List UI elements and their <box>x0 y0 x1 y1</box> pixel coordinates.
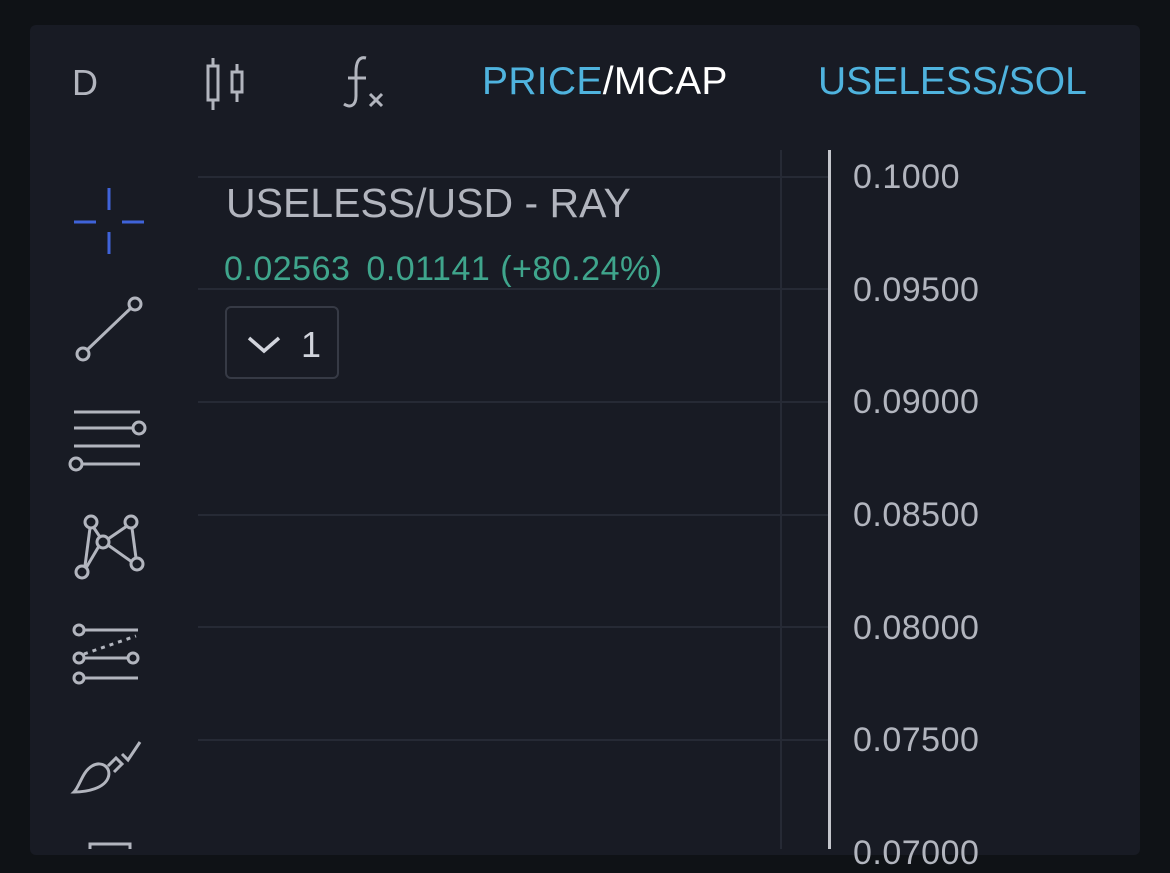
grid-line <box>198 626 828 628</box>
price-axis-label: 0.1000 <box>853 158 960 196</box>
brush-tool[interactable] <box>66 728 152 808</box>
trendline-icon <box>75 296 143 362</box>
price-axis-label: 0.09000 <box>853 383 980 421</box>
legend-values: 0.02563 0.01141 (+80.24%) <box>224 250 679 289</box>
trendline-tool[interactable] <box>66 292 152 372</box>
indicators-collapse-button[interactable]: 1 <box>225 306 339 379</box>
fx-indicator-icon[interactable] <box>336 52 392 112</box>
last-price: 0.02563 <box>224 250 351 288</box>
price-axis-label: 0.07500 <box>853 721 980 759</box>
price-toggle-option[interactable]: PRICE <box>482 60 603 103</box>
pair-selector[interactable]: USELESS/SOL <box>818 60 1087 104</box>
price-axis-label: 0.08500 <box>853 496 980 534</box>
price-axis-label: 0.07000 <box>853 834 980 872</box>
crosshair-icon <box>74 188 144 254</box>
more-tools-icon[interactable] <box>66 836 152 856</box>
price-change: 0.01141 (+80.24%) <box>366 250 663 288</box>
price-axis-label: 0.09500 <box>853 271 980 309</box>
grid-line <box>198 401 828 403</box>
crosshair-tool[interactable] <box>66 180 152 260</box>
brush-icon <box>70 741 142 794</box>
chevron-down-icon <box>247 336 281 354</box>
grid-line <box>198 514 828 516</box>
interval-selector[interactable]: D <box>72 62 98 104</box>
grid-line <box>198 176 828 178</box>
price-axis-label: 0.08000 <box>853 609 980 647</box>
forecast-tool[interactable] <box>66 618 152 698</box>
grid-line-vertical <box>780 150 782 849</box>
grid-line <box>198 739 828 741</box>
price-mcap-toggle[interactable]: PRICE/MCAP <box>482 60 728 104</box>
fib-retracement-icon <box>68 410 147 472</box>
toggle-separator: / <box>602 60 614 103</box>
mcap-toggle-option[interactable]: MCAP <box>614 60 728 103</box>
fib-retracement-tool[interactable] <box>66 400 152 480</box>
price-axis-border <box>828 150 831 849</box>
pattern-icon <box>74 514 145 580</box>
symbol-title[interactable]: USELESS/USD - RAY <box>226 180 631 227</box>
indicator-count: 1 <box>301 324 322 365</box>
pattern-tool[interactable] <box>66 508 152 588</box>
candlestick-icon[interactable] <box>198 52 250 116</box>
forecast-icon <box>72 623 140 685</box>
